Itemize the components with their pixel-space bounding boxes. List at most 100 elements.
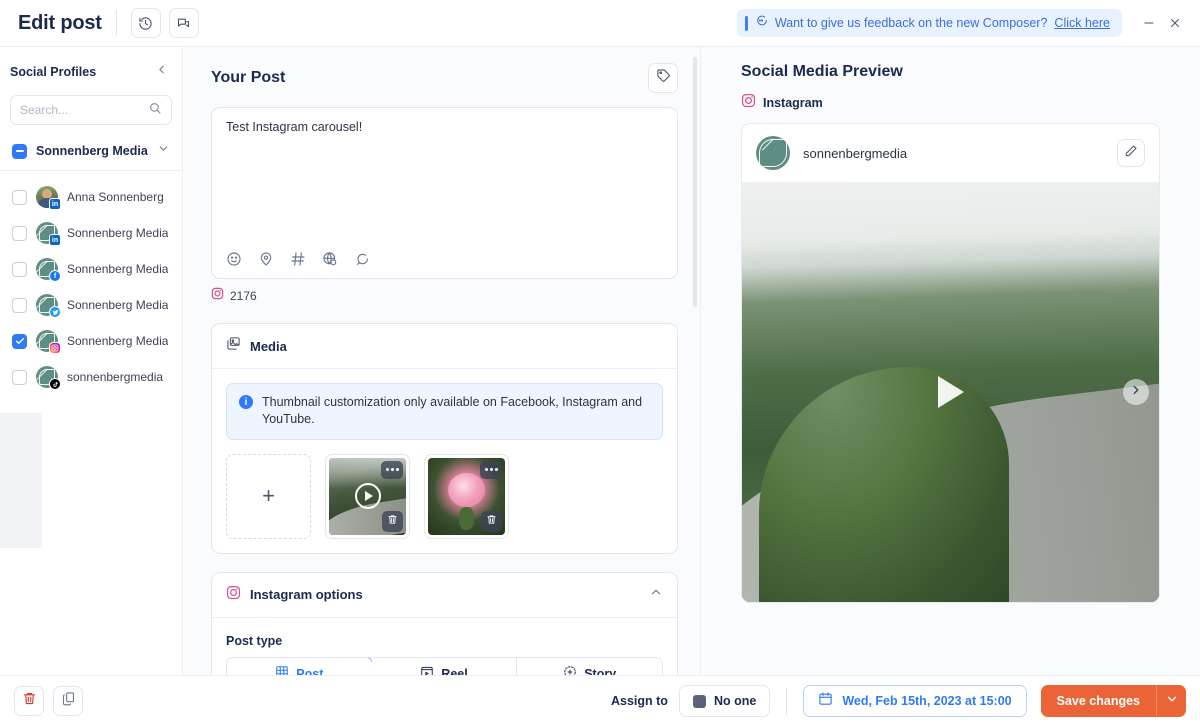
profile-row-0[interactable]: in Anna Sonnenberg (0, 179, 182, 215)
chevron-up-icon[interactable] (649, 585, 663, 604)
close-button[interactable] (1162, 10, 1188, 36)
group-expand-button[interactable] (157, 142, 170, 160)
images-icon (226, 336, 241, 356)
feedback-accent-bar (745, 16, 748, 31)
media-thumbnail-list: + (226, 454, 663, 539)
instagram-options-header[interactable]: Instagram options (212, 573, 677, 618)
post-type-reel[interactable]: Reel (372, 658, 518, 676)
post-type-segmented-control: Post Reel (226, 657, 663, 676)
duplicate-post-button[interactable] (53, 686, 83, 716)
minimize-button[interactable] (1136, 10, 1162, 36)
profile-list: in Anna Sonnenberg in Sonnenberg Media (0, 171, 182, 395)
media-card-body: i Thumbnail customization only available… (212, 369, 677, 553)
social-profiles-sidebar: Social Profiles Sonnenberg Media (0, 47, 183, 675)
avatar-4 (36, 330, 58, 352)
search-input[interactable] (20, 103, 142, 117)
linkedin-badge-icon: in (49, 234, 61, 246)
instagram-options-title: Instagram options (250, 587, 640, 602)
profile-checkbox-5[interactable] (12, 370, 27, 385)
media-thumbnail-1[interactable] (424, 454, 509, 539)
post-type-post-label: Post (296, 667, 323, 676)
character-count-value: 2176 (230, 289, 257, 303)
profile-name-2: Sonnenberg Media (67, 262, 168, 276)
media-card-title: Media (250, 339, 663, 354)
media-delete-button-0[interactable] (382, 511, 403, 532)
preview-edit-button[interactable] (1117, 139, 1145, 167)
more-icon (495, 468, 498, 471)
assign-to-button[interactable]: No one (679, 685, 770, 717)
media-more-button-1[interactable] (480, 461, 502, 479)
history-button[interactable] (131, 8, 161, 38)
schedule-date-value: Wed, Feb 15th, 2023 at 15:00 (842, 694, 1011, 708)
group-checkbox[interactable] (12, 144, 27, 159)
media-delete-button-1[interactable] (481, 511, 502, 532)
instagram-preview-card: sonnenbergmedia (741, 123, 1160, 603)
save-changes-button[interactable]: Save changes (1041, 685, 1156, 717)
more-icon (386, 468, 389, 471)
profile-name-1: Sonnenberg Media (67, 226, 168, 240)
media-more-button-0[interactable] (381, 461, 403, 479)
emoji-icon[interactable] (226, 251, 242, 267)
post-text[interactable]: Test Instagram carousel! (226, 120, 663, 240)
main-body: Social Profiles Sonnenberg Media (0, 46, 1200, 675)
post-type-story[interactable]: Story (517, 658, 662, 676)
post-type-label: Post type (226, 634, 663, 648)
preview-card-header: sonnenbergmedia (742, 124, 1159, 182)
profile-name-3: Sonnenberg Media (67, 298, 168, 312)
post-editor-header: Your Post (211, 63, 678, 93)
location-icon[interactable] (258, 251, 274, 267)
search-box[interactable] (10, 95, 172, 125)
play-icon[interactable] (938, 376, 964, 408)
character-counter: 2176 (211, 279, 678, 305)
profile-checkbox-1[interactable] (12, 226, 27, 241)
comments-button[interactable] (169, 8, 199, 38)
feedback-banner: Want to give us feedback on the new Comp… (737, 9, 1122, 37)
preview-media[interactable] (742, 182, 1159, 602)
assignee-avatar (693, 695, 706, 708)
save-options-button[interactable] (1156, 685, 1186, 717)
tag-button[interactable] (648, 63, 678, 93)
profile-checkbox-3[interactable] (12, 298, 27, 313)
play-icon (355, 483, 381, 509)
edit-post-window: Edit post Want to give (0, 0, 1200, 726)
comment-icon[interactable] (354, 251, 370, 267)
copy-icon (61, 691, 76, 711)
post-editor-panel: Your Post Test Instagram carousel! (183, 47, 700, 675)
add-media-button[interactable]: + (226, 454, 311, 539)
delete-post-button[interactable] (14, 686, 44, 716)
trash-icon (387, 512, 398, 530)
profile-row-2[interactable]: f Sonnenberg Media (0, 251, 182, 287)
hashtag-icon[interactable] (290, 251, 306, 267)
sidebar-loading-placeholder (0, 413, 42, 548)
twitter-badge-icon (49, 306, 61, 318)
tag-icon (656, 68, 671, 88)
schedule-date-button[interactable]: Wed, Feb 15th, 2023 at 15:00 (803, 685, 1026, 717)
story-icon (563, 665, 577, 675)
title-bar: Edit post Want to give (0, 0, 1200, 46)
post-type-post[interactable]: Post (226, 657, 373, 676)
info-icon: i (239, 395, 253, 409)
instagram-icon (211, 287, 224, 305)
profile-checkbox-0[interactable] (12, 190, 27, 205)
your-post-title: Your Post (211, 69, 648, 87)
globe-icon[interactable] (322, 251, 338, 267)
profile-row-1[interactable]: in Sonnenberg Media (0, 215, 182, 251)
pencil-icon (1124, 144, 1138, 163)
post-composer[interactable]: Test Instagram carousel! (211, 107, 678, 279)
profile-row-3[interactable]: Sonnenberg Media (0, 287, 182, 323)
divider (116, 10, 117, 36)
profile-group-header[interactable]: Sonnenberg Media (0, 135, 182, 171)
feedback-link[interactable]: Click here (1054, 16, 1110, 30)
profile-checkbox-2[interactable] (12, 262, 27, 277)
tiktok-badge-icon (49, 378, 61, 390)
profile-checkbox-4[interactable] (12, 334, 27, 349)
profile-row-5[interactable]: sonnenbergmedia (0, 359, 182, 395)
profile-row-4[interactable]: Sonnenberg Media (0, 323, 182, 359)
sidebar-collapse-button[interactable] (153, 61, 170, 83)
center-scrollbar[interactable] (693, 57, 697, 307)
social-media-preview-panel: Social Media Preview Instagram sonnenber… (700, 47, 1200, 675)
profile-name-0: Anna Sonnenberg (67, 190, 164, 204)
preview-next-button[interactable] (1123, 379, 1149, 405)
media-thumbnail-0[interactable] (325, 454, 410, 539)
search-icon (148, 101, 162, 120)
